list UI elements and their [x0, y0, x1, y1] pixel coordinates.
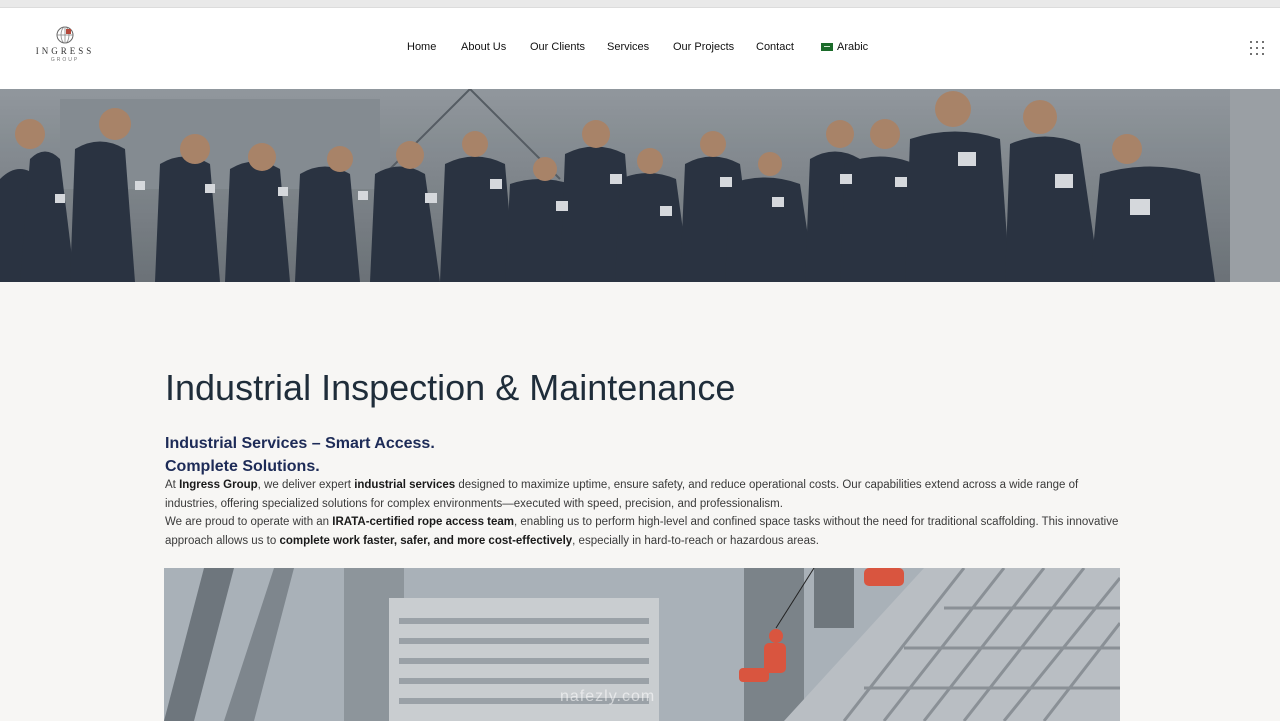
efficiency-emphasis: complete work faster, safer, and more co…: [279, 534, 573, 547]
intro-paragraph: At Ingress Group, we deliver expert indu…: [165, 479, 1079, 510]
team-photo-illustration: [0, 89, 1280, 282]
nav-home[interactable]: Home: [407, 41, 436, 53]
company-name-emphasis: Ingress Group: [179, 479, 258, 491]
nav-our-clients[interactable]: Our Clients: [530, 41, 585, 53]
industrial-services-emphasis: industrial services: [354, 479, 456, 491]
watermark-text: nafezly.com: [560, 688, 656, 705]
rope-access-paragraph: We are proud to operate with an IRATA-ce…: [165, 516, 1119, 547]
subtitle-line-1: Industrial Services – Smart Access.: [165, 435, 435, 452]
language-label: Arabic: [837, 41, 869, 53]
section-subtitle: Industrial Services – Smart Access. Comp…: [165, 432, 565, 478]
main-navigation: Home About Us Our Clients Services Our P…: [0, 8, 1280, 89]
globe-logo-icon: [56, 26, 74, 44]
saudi-flag-icon: [821, 43, 833, 51]
subtitle-line-2: Complete Solutions.: [165, 458, 320, 475]
hero-team-photo: [0, 89, 1280, 282]
irata-team-emphasis: IRATA-certified rope access team: [332, 516, 515, 528]
nav-services[interactable]: Services: [607, 41, 649, 53]
site-logo[interactable]: INGRESS GROUP: [30, 26, 100, 66]
logo-tagline: GROUP: [50, 57, 80, 63]
nav-language-arabic[interactable]: Arabic: [821, 41, 868, 53]
nav-contact[interactable]: Contact: [756, 41, 794, 53]
grid-dots-icon[interactable]: [1250, 41, 1264, 55]
browser-top-strip: [0, 0, 1280, 8]
nav-our-projects[interactable]: Our Projects: [673, 41, 734, 53]
site-header: INGRESS GROUP Home About Us Our Clients …: [0, 8, 1280, 89]
nav-about-us[interactable]: About Us: [461, 41, 506, 53]
page-title: Industrial Inspection & Maintenance: [165, 367, 736, 408]
logo-name: INGRESS: [35, 46, 95, 56]
